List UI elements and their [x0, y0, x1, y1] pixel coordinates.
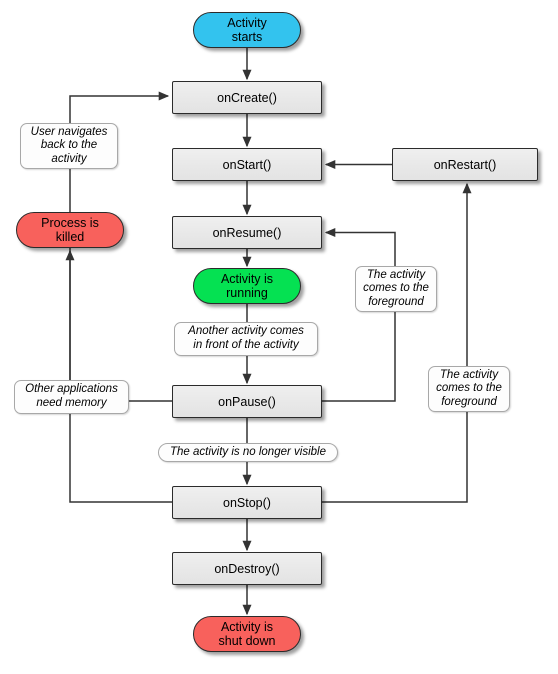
node-activity-starts[interactable]: Activity starts [193, 12, 301, 48]
node-label: Activity starts [227, 16, 267, 44]
node-label: Activity is shut down [218, 620, 276, 648]
node-onpause[interactable]: onPause() [172, 385, 322, 418]
edge-label-text: The activity is no longer visible [170, 445, 326, 458]
node-label: onStop() [223, 495, 271, 510]
edge-label-text: User navigates back to the activity [30, 125, 108, 165]
node-label: onResume() [212, 225, 282, 240]
edge-label-text: The activity comes to the foreground [363, 268, 429, 308]
node-ondestroy[interactable]: onDestroy() [172, 552, 322, 585]
activity-lifecycle-diagram: Activity starts onCreate() onStart() onRe… [0, 0, 558, 674]
node-label: Activity is running [220, 272, 274, 300]
edge-onpause-to-onresume [322, 228, 396, 402]
node-process-killed[interactable]: Process is killed [16, 212, 124, 248]
node-oncreate[interactable]: onCreate() [172, 81, 322, 114]
edge-label-comes-to-foreground-1: The activity comes to the foreground [355, 266, 437, 312]
edge-label-another-activity-in-front: Another activity comes in front of the ac… [174, 322, 318, 356]
node-label: onRestart() [433, 157, 497, 172]
node-onstart[interactable]: onStart() [172, 148, 322, 181]
node-onresume[interactable]: onResume() [172, 216, 322, 249]
node-label: onPause() [218, 394, 276, 409]
edge-label-comes-to-foreground-2: The activity comes to the foreground [428, 366, 510, 412]
edge-label-text: The activity comes to the foreground [436, 368, 502, 408]
node-label: Process is killed [41, 216, 99, 244]
edge-label-text: Another activity comes in front of the ac… [188, 325, 304, 351]
node-onrestart[interactable]: onRestart() [392, 148, 538, 181]
node-label: onCreate() [217, 90, 277, 105]
node-activity-running[interactable]: Activity is running [193, 268, 301, 304]
node-onstop[interactable]: onStop() [172, 486, 322, 519]
node-activity-shut-down[interactable]: Activity is shut down [193, 616, 301, 652]
edge-label-no-longer-visible: The activity is no longer visible [158, 443, 338, 462]
edge-label-other-apps-need-memory: Other applications need memory [14, 380, 129, 414]
node-label: onDestroy() [214, 561, 280, 576]
edge-label-text: Other applications need memory [25, 383, 118, 409]
node-label: onStart() [222, 157, 272, 172]
edge-label-user-navigates-back: User navigates back to the activity [20, 123, 118, 169]
